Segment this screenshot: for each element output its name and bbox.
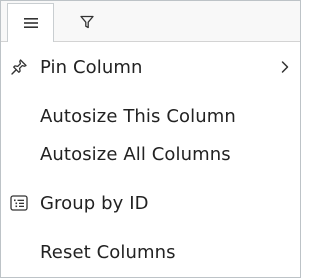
menu-item-autosize-all-columns[interactable]: Autosize All Columns [1, 136, 300, 172]
menu-item-label: Group by ID [40, 192, 149, 214]
menu-item-label: Autosize This Column [40, 105, 236, 127]
tab-general[interactable] [7, 3, 54, 42]
column-menu: Pin Column Autosize This Column Autosize… [0, 0, 301, 278]
group-list-icon [10, 194, 28, 212]
menu-item-label: Autosize All Columns [40, 143, 231, 165]
menu-item-label: Reset Columns [40, 241, 176, 263]
tab-filter[interactable] [64, 3, 110, 43]
menu-item-pin-column[interactable]: Pin Column [1, 49, 300, 85]
funnel-icon [80, 14, 94, 33]
hamburger-icon [23, 14, 38, 33]
menu-item-autosize-this-column[interactable]: Autosize This Column [1, 98, 300, 134]
menu-item-group-by-id[interactable]: Group by ID [1, 185, 300, 221]
menu-tabs [1, 1, 300, 43]
chevron-right-icon [279, 59, 291, 75]
menu-item-reset-columns[interactable]: Reset Columns [1, 234, 300, 270]
menu-item-label: Pin Column [40, 56, 143, 78]
pin-icon [10, 58, 28, 76]
